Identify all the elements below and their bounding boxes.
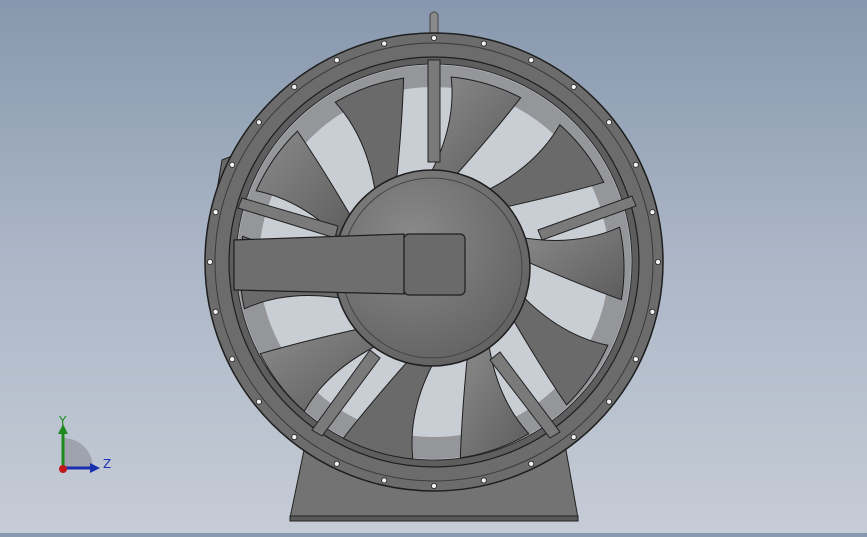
z-axis-head (90, 463, 100, 473)
flange-bolt (381, 40, 388, 47)
flange-bolt (212, 308, 219, 315)
flange-bolt (570, 434, 577, 441)
flange-bolt (255, 398, 262, 405)
flange-bolt (333, 57, 340, 64)
flange-bolt (291, 434, 298, 441)
flange-bolt (632, 356, 639, 363)
flange-bolt (649, 209, 656, 216)
flange-bolt (229, 161, 236, 168)
triad-plane (63, 438, 93, 468)
flange-bolt (606, 398, 613, 405)
flange-bolt (430, 35, 437, 42)
view-orientation-triad: Y Z (44, 408, 124, 488)
flange-bolt (212, 209, 219, 216)
flange-bolt (606, 119, 613, 126)
terminal-arm (233, 233, 405, 295)
flange-bolt (632, 161, 639, 168)
flange-bolt (381, 477, 388, 484)
strut-top (427, 59, 441, 163)
y-axis-label: Y (59, 414, 67, 428)
flange-bolt (528, 460, 535, 467)
flange-bolt (480, 40, 487, 47)
flange-bolt (333, 460, 340, 467)
flange-bolt (655, 258, 662, 265)
flange-bolt (528, 57, 535, 64)
flange-bolt (206, 258, 213, 265)
flange-bolt (430, 482, 437, 489)
base-plate (289, 515, 579, 522)
flange-bolt (649, 308, 656, 315)
triad-origin (59, 465, 67, 473)
z-axis-label: Z (103, 457, 112, 471)
flange-bolt (255, 119, 262, 126)
flange-bolt (480, 477, 487, 484)
cad-viewport[interactable]: Y Z (0, 0, 867, 533)
fan-model[interactable] (0, 0, 867, 533)
triad-graphic (58, 424, 100, 473)
flange-bolt (570, 83, 577, 90)
flange-bolt (229, 356, 236, 363)
terminal-box (403, 233, 466, 296)
flange-bolt (291, 83, 298, 90)
